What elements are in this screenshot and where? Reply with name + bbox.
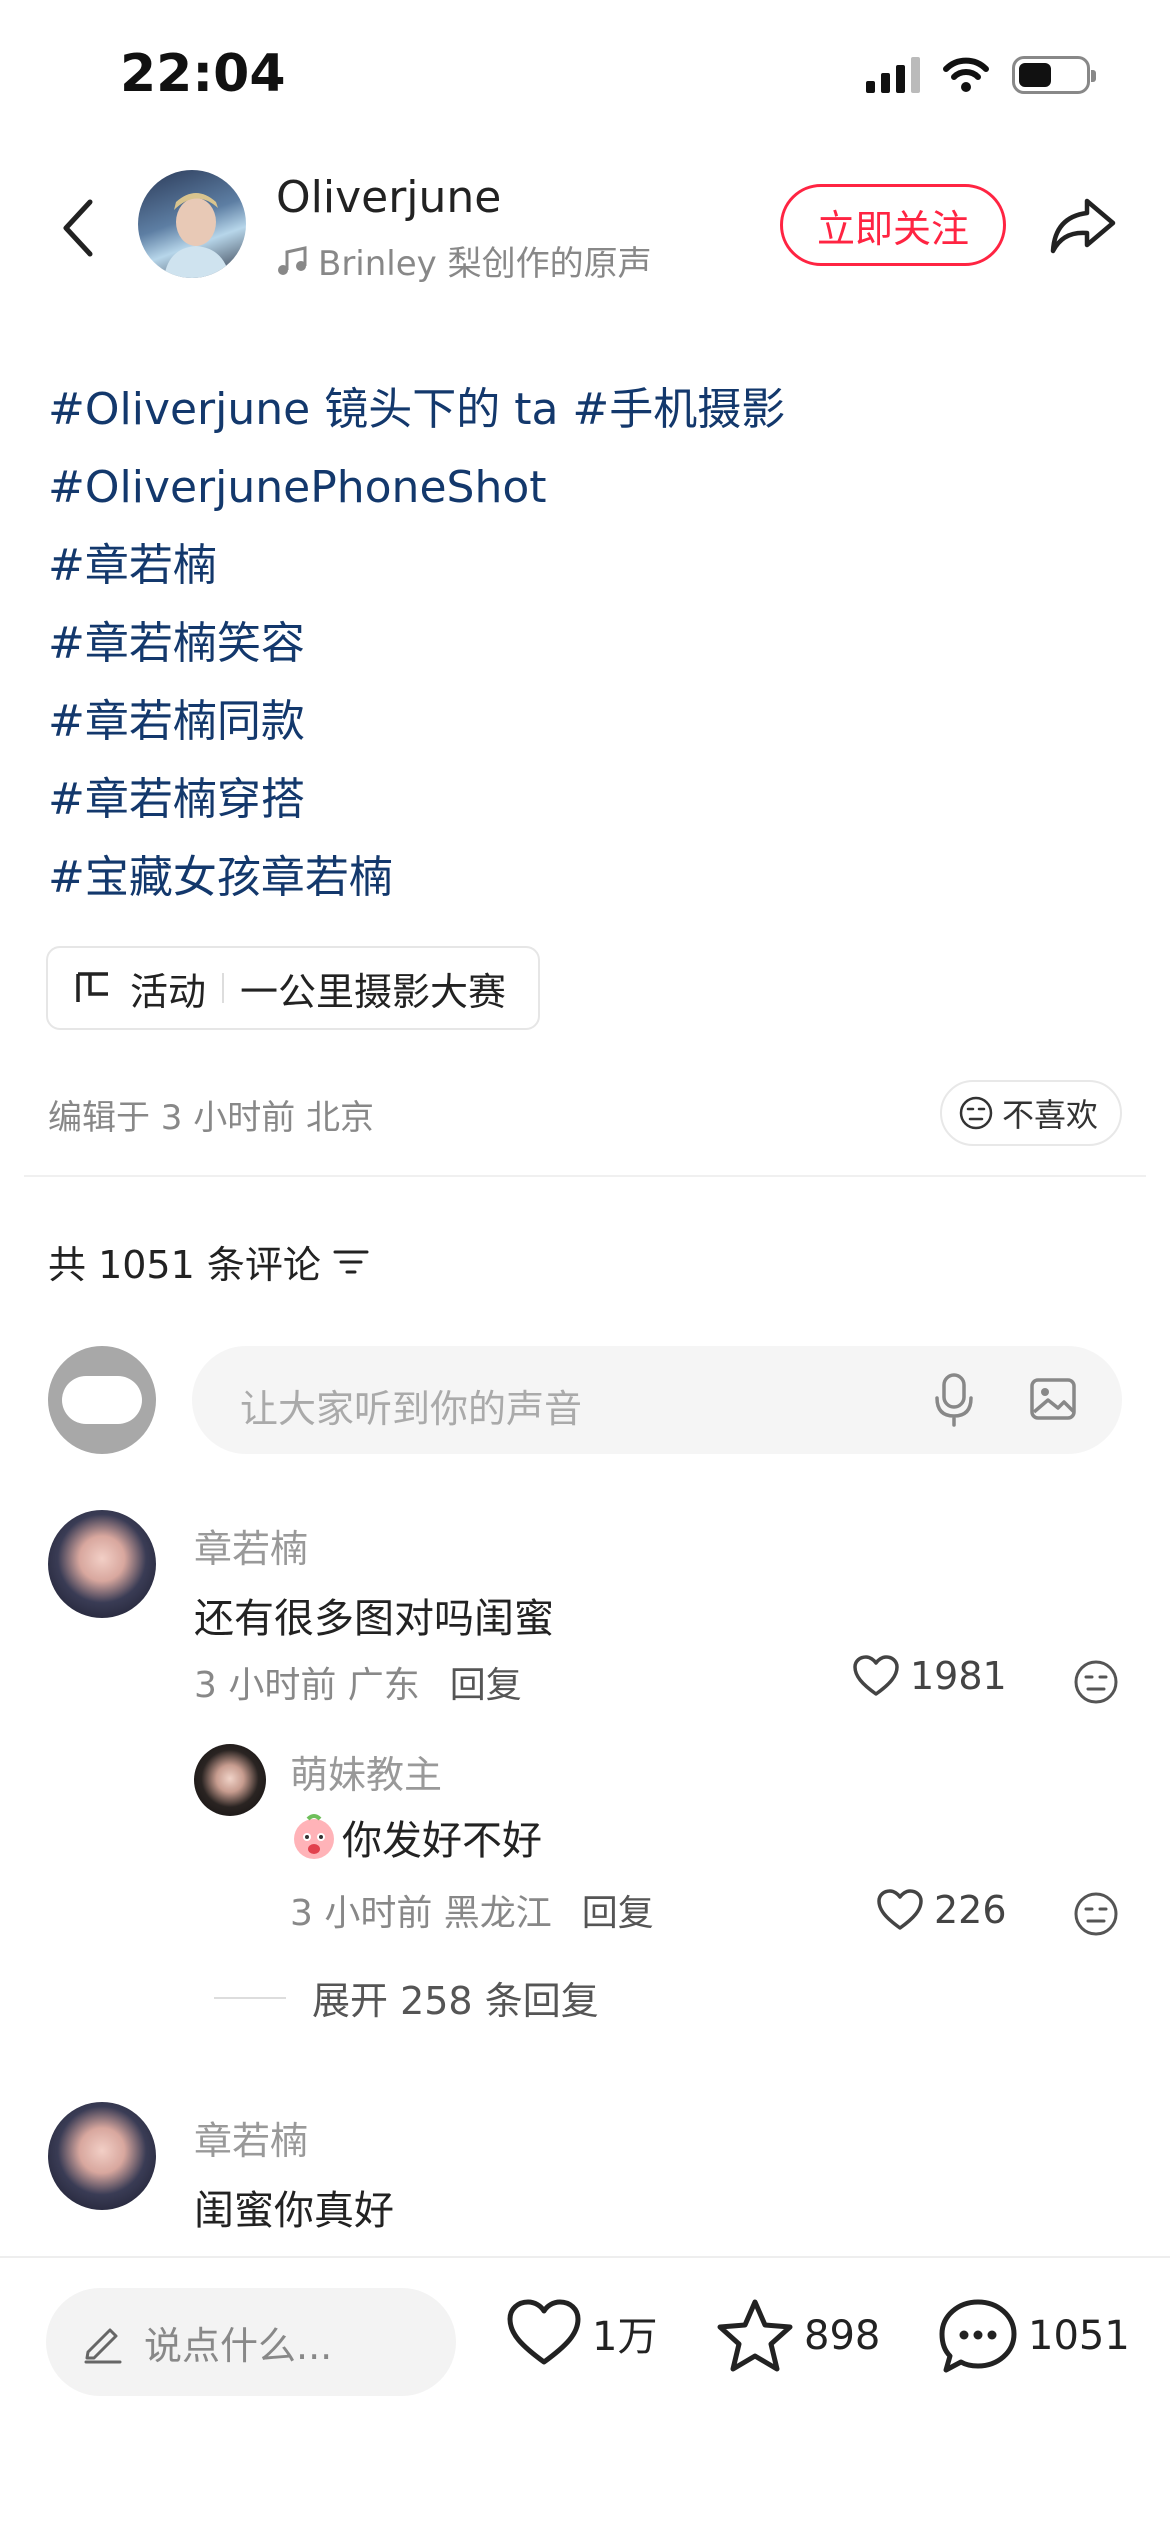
- hashtag-line[interactable]: #OliverjunePhoneShot: [48, 458, 1128, 536]
- hashtag-line[interactable]: #章若楠同款: [48, 692, 1128, 770]
- hashtag-line[interactable]: #章若楠笑容: [48, 614, 1128, 692]
- comment-text[interactable]: 还有很多图对吗闺蜜: [194, 1586, 554, 1644]
- author-avatar[interactable]: [138, 170, 246, 278]
- music-source[interactable]: Brinley 梨创作的原声: [276, 236, 652, 285]
- comment-input-placeholder: 让大家听到你的声音: [240, 1387, 583, 1431]
- hashtag-line[interactable]: #宝藏女孩章若楠: [48, 848, 1128, 926]
- sort-filter-icon[interactable]: [333, 1248, 369, 1276]
- heart-icon: [877, 1889, 923, 1930]
- post-meta: 编辑于 3 小时前 北京 不喜欢: [48, 1080, 1122, 1150]
- hashtag-line[interactable]: #章若楠: [48, 536, 1128, 614]
- expand-replies-button[interactable]: 展开 258 条回复: [214, 1970, 599, 2025]
- follow-button[interactable]: 立即关注: [780, 184, 1006, 266]
- status-time: 22:04: [120, 44, 286, 104]
- favorite-count: 898: [804, 2313, 881, 2359]
- activity-flag-icon: [76, 972, 108, 1002]
- star-icon: [717, 2299, 793, 2372]
- like-count: 1万: [592, 2314, 658, 2360]
- commenter-name[interactable]: 章若楠: [194, 2110, 308, 2165]
- comment-text[interactable]: 闺蜜你真好: [194, 2178, 394, 2236]
- image-icon[interactable]: [1028, 1374, 1078, 1424]
- bottom-action-bar: 说点什么... 1万 898 1051: [0, 2256, 1170, 2532]
- comment-count-header[interactable]: 共 1051 条评论: [48, 1234, 369, 1289]
- expand-line: [214, 1996, 286, 1999]
- hashtag-line[interactable]: #章若楠穿搭: [48, 770, 1128, 848]
- comment-meta: 3 小时前 广东 回复: [194, 1656, 522, 1708]
- wifi-icon: [943, 57, 989, 92]
- chat-bubble-icon: [939, 2299, 1017, 2373]
- post-header: Oliverjune Brinley 梨创作的原声 立即关注: [0, 160, 1170, 290]
- status-icons: [866, 56, 1096, 94]
- activity-name: 一公里摄影大赛: [240, 969, 507, 1014]
- comment-button[interactable]: 1051: [938, 2298, 1130, 2374]
- activity-divider: [222, 973, 225, 1003]
- comment-like-button[interactable]: 1981: [852, 1654, 1007, 1698]
- status-bar: 22:04: [0, 0, 1170, 150]
- dislike-button[interactable]: 不喜欢: [939, 1080, 1122, 1146]
- commenter-avatar[interactable]: [48, 1510, 156, 1618]
- comment-count-bottom: 1051: [1028, 2313, 1130, 2359]
- comment-like-button[interactable]: 226: [876, 1888, 1007, 1932]
- comment-text[interactable]: 你发好不好: [290, 1808, 542, 1866]
- comment-count: 共 1051 条评论: [48, 1243, 321, 1287]
- cellular-signal-icon: [866, 57, 920, 93]
- share-button[interactable]: [1040, 184, 1124, 268]
- comment-dislike-icon[interactable]: [1072, 1890, 1120, 1938]
- section-divider: [24, 1175, 1146, 1177]
- edit-time: 编辑于 3 小时前 北京: [48, 1098, 375, 1138]
- chevron-left-icon: [63, 199, 93, 257]
- neutral-face-icon: [959, 1096, 993, 1130]
- back-button[interactable]: [48, 188, 108, 268]
- commenter-avatar[interactable]: [48, 2102, 156, 2210]
- comment-meta: 3 小时前 黑龙江 回复: [290, 1884, 654, 1936]
- hashtag-line[interactable]: #Oliverjune 镜头下的 ta #手机摄影: [48, 380, 1128, 458]
- comment-time-location: 3 小时前 黑龙江: [290, 1893, 552, 1934]
- comment-time-location: 3 小时前 广东: [194, 1665, 420, 1706]
- activity-chip[interactable]: 活动 一公里摄影大赛: [46, 946, 541, 1030]
- say-something-placeholder: 说点什么...: [144, 2323, 333, 2368]
- heart-icon: [853, 1655, 899, 1696]
- commenter-name[interactable]: 章若楠: [194, 1518, 308, 1573]
- avatar-portrait: [164, 193, 230, 278]
- favorite-button[interactable]: 898: [716, 2298, 880, 2374]
- crying-emoji-icon: [294, 1814, 334, 1859]
- microphone-icon[interactable]: [932, 1372, 976, 1428]
- share-icon: [1050, 198, 1116, 254]
- reply-button[interactable]: 回复: [582, 1893, 654, 1934]
- comment-like-count: 226: [934, 1888, 1007, 1932]
- music-label: Brinley 梨创作的原声: [318, 244, 652, 284]
- like-button[interactable]: 1万: [506, 2298, 657, 2368]
- expand-replies-label: 展开 258 条回复: [312, 1979, 599, 2023]
- comment-like-count: 1981: [910, 1654, 1007, 1698]
- music-note-icon: [278, 245, 307, 275]
- comment-input[interactable]: 让大家听到你的声音: [192, 1346, 1122, 1454]
- reply-button[interactable]: 回复: [450, 1665, 522, 1706]
- commenter-avatar[interactable]: [194, 1744, 266, 1816]
- avatar-cloud-illustration: [62, 1376, 142, 1424]
- battery-icon: [1012, 56, 1096, 94]
- commenter-name[interactable]: 萌妹教主: [290, 1744, 442, 1799]
- comment-dislike-icon[interactable]: [1072, 1658, 1120, 1706]
- activity-label: 活动: [130, 969, 207, 1014]
- say-something-input[interactable]: 说点什么...: [46, 2288, 456, 2396]
- heart-icon: [507, 2299, 581, 2365]
- my-avatar[interactable]: [48, 1346, 156, 1454]
- author-name[interactable]: Oliverjune: [276, 172, 501, 223]
- dislike-label: 不喜欢: [1001, 1096, 1098, 1134]
- reply-text: 你发好不好: [342, 1818, 542, 1864]
- pencil-icon: [84, 2328, 122, 2364]
- hashtag-list: #Oliverjune 镜头下的 ta #手机摄影 #OliverjunePho…: [48, 380, 1128, 926]
